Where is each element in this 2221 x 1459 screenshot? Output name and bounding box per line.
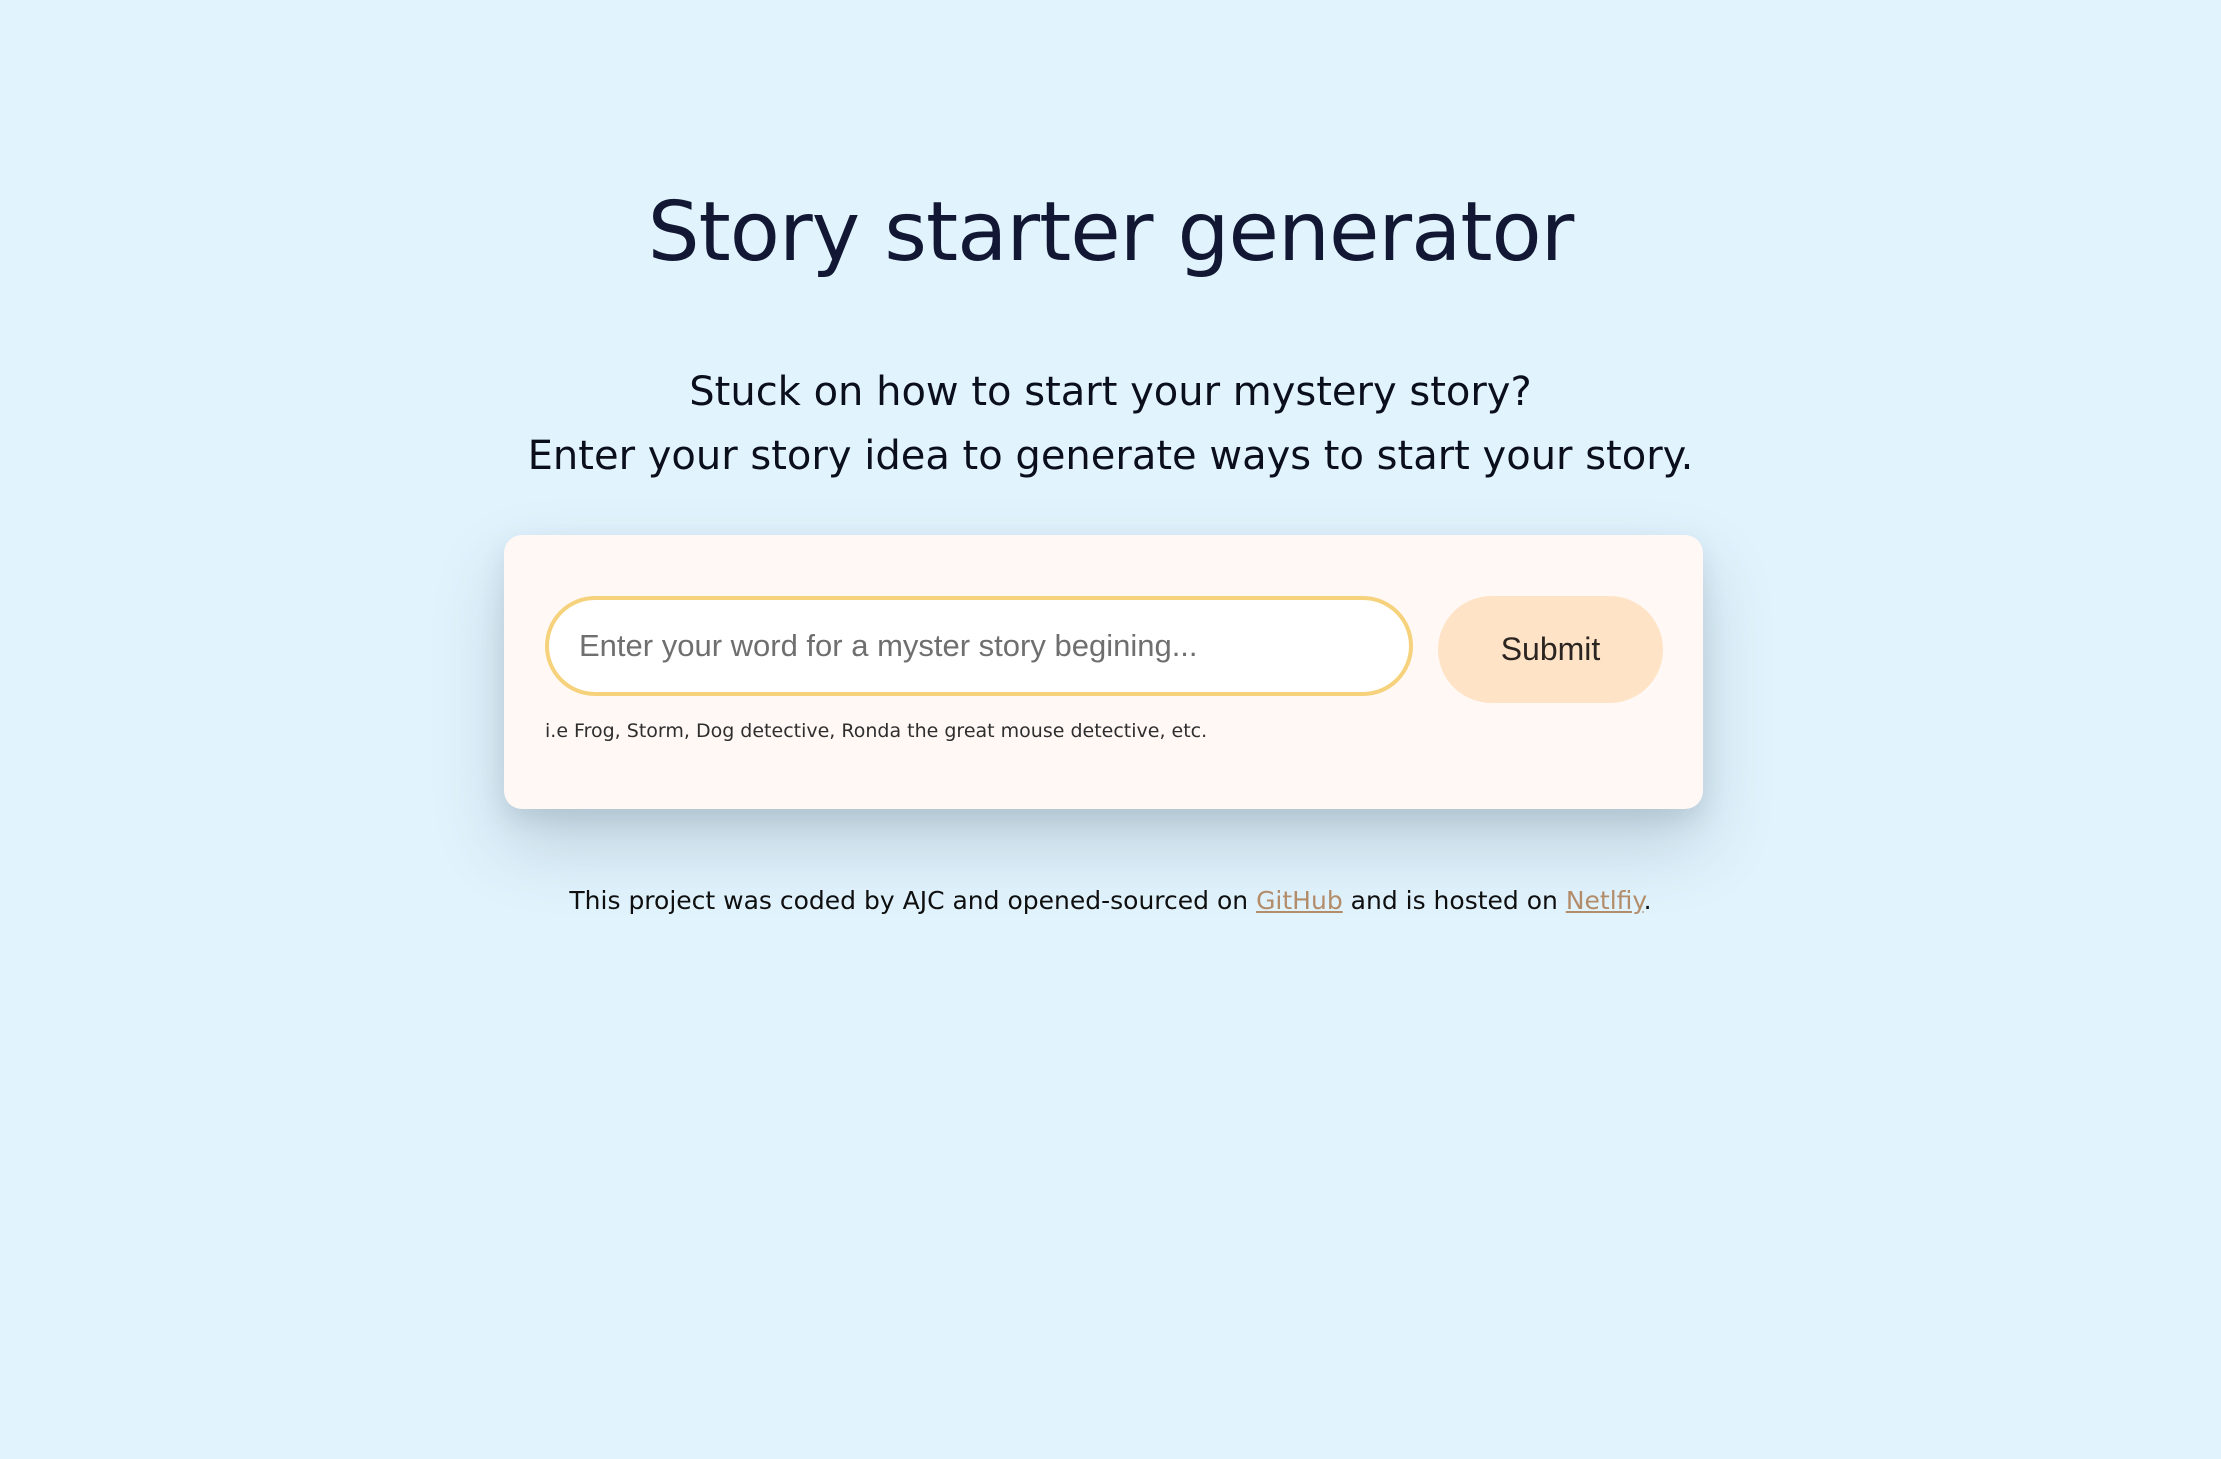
intro-line-2: Enter your story idea to generate ways t… xyxy=(527,433,1694,479)
intro-text: Stuck on how to start your mystery story… xyxy=(0,360,2221,488)
footer-text-before: This project was coded by AJC and opened… xyxy=(569,886,1257,915)
footer: This project was coded by AJC and opened… xyxy=(0,886,2221,915)
input-hint: i.e Frog, Storm, Dog detective, Ronda th… xyxy=(545,720,1208,742)
netlify-link[interactable]: Netlfiy xyxy=(1566,886,1644,915)
story-idea-input[interactable] xyxy=(545,596,1413,696)
footer-text-middle: and is hosted on xyxy=(1342,886,1566,915)
footer-text-after: . xyxy=(1643,886,1652,915)
search-card: Submit i.e Frog, Storm, Dog detective, R… xyxy=(504,535,1703,809)
submit-button[interactable]: Submit xyxy=(1438,596,1663,703)
intro-line-1: Stuck on how to start your mystery story… xyxy=(689,369,1532,415)
github-link[interactable]: GitHub xyxy=(1256,886,1343,915)
page-title: Story starter generator xyxy=(647,185,1575,280)
